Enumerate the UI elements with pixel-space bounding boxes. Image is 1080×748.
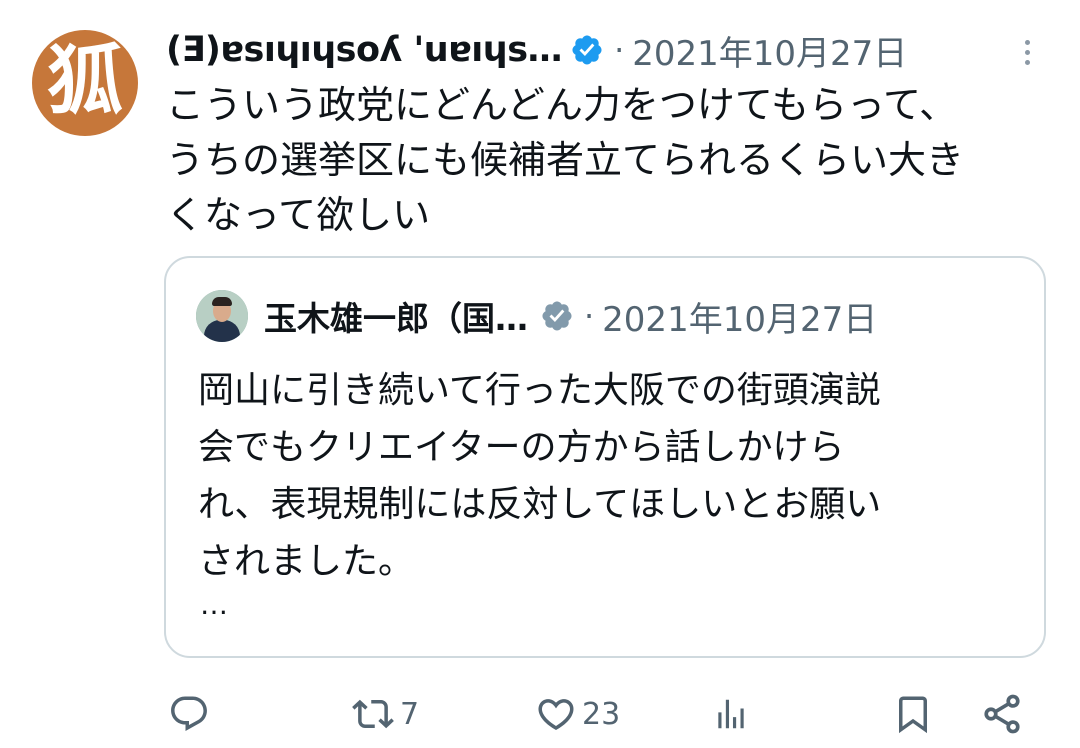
separator-dot: · — [614, 31, 625, 69]
quote-header: 玉木雄一郎（国… · 2021年10月27日 — [264, 292, 877, 340]
tweet-header: (Ǝ)ɐsıɥıɥsoʎ 'uɐıɥs… · 2021年10月27日 — [166, 26, 907, 74]
bookmark-icon — [899, 696, 927, 734]
like-button[interactable]: 23 — [534, 690, 620, 738]
quote-text: 岡山に引き続いて行った大阪での街頭演説 会でもクリエイターの方から話しかけら れ… — [198, 370, 882, 582]
like-count: 23 — [582, 696, 621, 732]
tweet-view: 狐 (Ǝ)ɐsıɥıɥsoʎ 'uɐıɥs… · 2021年10月27日 こうい… — [0, 0, 1080, 748]
tweet-text: こういう政党にどんどん力をつけてもらって、 うちの選挙区にも候補者立てられるくら… — [166, 83, 965, 237]
reply-button[interactable] — [168, 690, 214, 738]
heart-icon — [538, 699, 574, 731]
share-button[interactable] — [980, 690, 1024, 738]
retweet-icon — [352, 699, 394, 729]
tweet-timestamp[interactable]: 2021年10月27日 — [632, 26, 907, 75]
views-button[interactable] — [712, 690, 754, 738]
verified-badge-icon — [572, 35, 602, 65]
quote-timestamp: 2021年10月27日 — [602, 299, 878, 340]
quote-truncation-ellipsis: … — [200, 588, 229, 621]
more-options-icon[interactable] — [1012, 32, 1042, 72]
quote-display-name: 玉木雄一郎（国… — [264, 299, 528, 338]
avatar[interactable]: 狐 — [32, 30, 138, 136]
reply-icon — [171, 696, 207, 731]
retweet-count: 7 — [400, 696, 420, 732]
analytics-icon — [718, 699, 744, 729]
gray-verified-badge-icon — [542, 301, 572, 331]
display-name[interactable]: (Ǝ)ɐsıɥıɥsoʎ 'uɐıɥs… — [166, 30, 563, 70]
quote-separator-dot: · — [584, 297, 595, 335]
avatar-glyph: 狐 — [47, 36, 123, 125]
quote-avatar — [196, 290, 248, 342]
share-icon — [984, 694, 1020, 734]
quoted-tweet-card[interactable]: 玉木雄一郎（国… · 2021年10月27日 岡山に引き続いて行った大阪での街頭… — [164, 256, 1046, 658]
bookmark-button[interactable] — [892, 690, 934, 738]
retweet-button[interactable]: 7 — [350, 690, 419, 738]
